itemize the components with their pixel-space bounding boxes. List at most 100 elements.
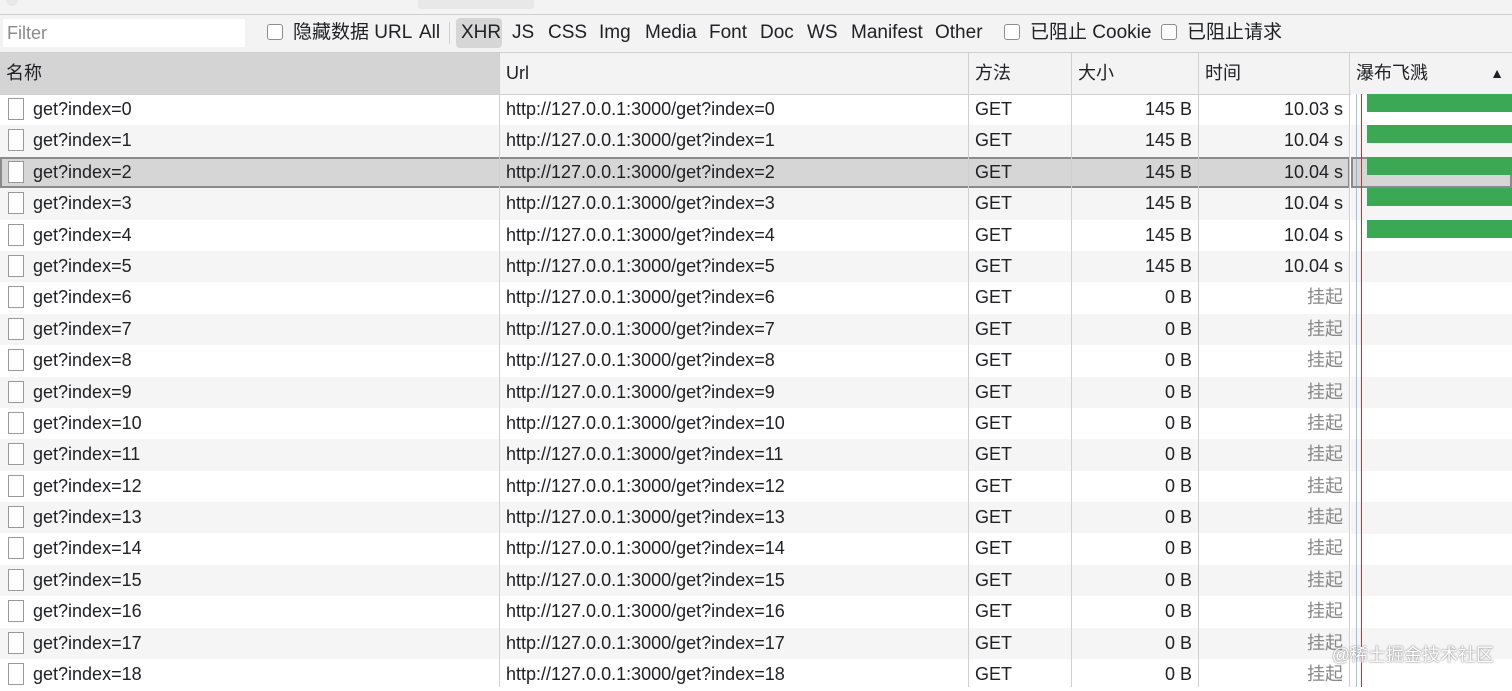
hide-data-url-checkbox[interactable] bbox=[267, 24, 283, 40]
type-filter-ws[interactable]: WS bbox=[807, 21, 838, 45]
table-row[interactable]: get?index=10 http://127.0.0.1:3000/get?in… bbox=[0, 408, 1350, 439]
table-row[interactable]: get?index=2 http://127.0.0.1:3000/get?ind… bbox=[0, 156, 1350, 189]
request-time: 挂起 bbox=[1307, 318, 1343, 339]
document-file-icon bbox=[8, 600, 24, 623]
blocked-requests-checkbox[interactable] bbox=[1161, 24, 1177, 40]
column-header-url[interactable]: Url bbox=[500, 53, 968, 94]
request-time: 挂起 bbox=[1307, 475, 1343, 496]
column-header-waterfall[interactable]: 瀑布飞溅 ▲ bbox=[1350, 53, 1512, 94]
request-size: 145 B bbox=[1144, 224, 1192, 245]
type-filter-doc[interactable]: Doc bbox=[760, 21, 794, 45]
request-url: http://127.0.0.1:3000/get?index=10 bbox=[506, 412, 785, 433]
request-time: 10.04 s bbox=[1283, 161, 1343, 182]
column-divider[interactable] bbox=[1071, 53, 1072, 687]
table-header: 名称 Url 方法 大小 时间 瀑布飞溅 ▲ bbox=[0, 53, 1512, 95]
type-filter-media[interactable]: Media bbox=[645, 21, 697, 45]
column-header-name[interactable]: 名称 bbox=[0, 53, 499, 94]
request-name: get?index=11 bbox=[33, 444, 141, 465]
column-header-waterfall-label: 瀑布飞溅 bbox=[1356, 63, 1428, 83]
type-filter-xhr[interactable]: XHR bbox=[461, 21, 501, 45]
document-file-icon bbox=[8, 663, 24, 686]
waterfall-timing-bar[interactable] bbox=[1367, 188, 1512, 207]
request-method: GET bbox=[975, 193, 1013, 214]
request-method: GET bbox=[975, 224, 1013, 245]
request-name: get?index=0 bbox=[33, 99, 132, 119]
table-row[interactable]: get?index=1 http://127.0.0.1:3000/get?ind… bbox=[0, 125, 1350, 157]
request-time: 挂起 bbox=[1307, 412, 1343, 433]
document-file-icon bbox=[8, 568, 24, 591]
waterfall-row bbox=[1351, 439, 1512, 471]
waterfall-row bbox=[1351, 251, 1512, 283]
document-file-icon bbox=[8, 317, 24, 340]
table-row[interactable]: get?index=5 http://127.0.0.1:3000/get?ind… bbox=[0, 250, 1350, 283]
column-header-method[interactable]: 方法 bbox=[969, 53, 1071, 94]
table-row[interactable]: get?index=14 http://127.0.0.1:3000/get?in… bbox=[0, 533, 1350, 564]
document-file-icon bbox=[8, 631, 24, 654]
type-filter-other[interactable]: Other bbox=[935, 21, 983, 45]
table-row[interactable]: get?index=18 http://127.0.0.1:3000/get?in… bbox=[0, 659, 1350, 690]
request-size: 0 B bbox=[1164, 287, 1192, 308]
request-size: 0 B bbox=[1164, 569, 1192, 590]
column-header-size-label: 大小 bbox=[1078, 63, 1114, 83]
blocked-cookies-checkbox[interactable] bbox=[1004, 24, 1020, 40]
table-row[interactable]: get?index=12 http://127.0.0.1:3000/get?in… bbox=[0, 471, 1350, 502]
column-divider[interactable] bbox=[1198, 53, 1199, 687]
request-method: GET bbox=[975, 287, 1013, 308]
waterfall-timing-bar[interactable] bbox=[1367, 125, 1512, 144]
request-url: http://127.0.0.1:3000/get?index=13 bbox=[506, 507, 785, 528]
table-row[interactable]: get?index=13 http://127.0.0.1:3000/get?in… bbox=[0, 502, 1350, 534]
request-time: 挂起 bbox=[1307, 601, 1343, 622]
table-row[interactable]: get?index=17 http://127.0.0.1:3000/get?in… bbox=[0, 627, 1350, 660]
request-size: 0 B bbox=[1164, 318, 1192, 339]
waterfall-timing-bar[interactable] bbox=[1367, 219, 1512, 238]
request-url: http://127.0.0.1:3000/get?index=5 bbox=[506, 255, 775, 276]
request-method: GET bbox=[975, 632, 1013, 653]
type-filter-css[interactable]: CSS bbox=[548, 21, 587, 45]
table-row[interactable]: get?index=15 http://127.0.0.1:3000/get?in… bbox=[0, 564, 1350, 597]
table-row[interactable]: get?index=3 http://127.0.0.1:3000/get?ind… bbox=[0, 188, 1350, 220]
request-time: 挂起 bbox=[1307, 538, 1343, 559]
document-file-icon bbox=[8, 506, 24, 529]
type-filter-js[interactable]: JS bbox=[512, 21, 534, 45]
column-divider[interactable] bbox=[1349, 53, 1350, 687]
column-divider[interactable] bbox=[968, 53, 969, 687]
table-row[interactable]: get?index=9 http://127.0.0.1:3000/get?ind… bbox=[0, 376, 1350, 408]
table-row[interactable]: get?index=0 http://127.0.0.1:3000/get?ind… bbox=[0, 94, 1350, 125]
request-name: get?index=16 bbox=[33, 601, 142, 622]
waterfall-timing-bar[interactable] bbox=[1367, 156, 1512, 175]
request-url: http://127.0.0.1:3000/get?index=1 bbox=[506, 130, 775, 151]
request-url: http://127.0.0.1:3000/get?index=16 bbox=[506, 601, 785, 622]
column-header-method-label: 方法 bbox=[975, 63, 1011, 83]
request-time: 10.03 s bbox=[1283, 99, 1343, 119]
table-row[interactable]: get?index=4 http://127.0.0.1:3000/get?ind… bbox=[0, 220, 1350, 251]
document-file-icon bbox=[8, 129, 24, 152]
document-file-icon bbox=[8, 286, 24, 309]
filter-input[interactable] bbox=[3, 19, 245, 47]
type-filter-manifest[interactable]: Manifest bbox=[851, 21, 923, 45]
type-filter-all[interactable]: All bbox=[419, 21, 440, 45]
table-row[interactable]: get?index=6 http://127.0.0.1:3000/get?ind… bbox=[0, 282, 1350, 313]
request-time: 挂起 bbox=[1307, 350, 1343, 371]
document-file-icon bbox=[8, 537, 24, 560]
request-url: http://127.0.0.1:3000/get?index=15 bbox=[506, 569, 785, 590]
table-row[interactable]: get?index=11 http://127.0.0.1:3000/get?in… bbox=[0, 439, 1350, 471]
column-header-time[interactable]: 时间 bbox=[1199, 53, 1349, 94]
type-filter-font[interactable]: Font bbox=[709, 21, 747, 45]
request-time: 挂起 bbox=[1307, 569, 1343, 590]
type-filter-img[interactable]: Img bbox=[599, 21, 631, 45]
filter-divider bbox=[449, 22, 450, 44]
request-method: GET bbox=[975, 318, 1013, 339]
waterfall-timing-bar[interactable] bbox=[1367, 94, 1512, 112]
table-row[interactable]: get?index=16 http://127.0.0.1:3000/get?in… bbox=[0, 596, 1350, 627]
table-row[interactable]: get?index=8 http://127.0.0.1:3000/get?ind… bbox=[0, 345, 1350, 376]
waterfall-row bbox=[1351, 596, 1512, 627]
request-name: get?index=7 bbox=[33, 318, 132, 339]
request-time: 挂起 bbox=[1307, 632, 1343, 653]
table-row[interactable]: get?index=7 http://127.0.0.1:3000/get?ind… bbox=[0, 313, 1350, 346]
request-size: 145 B bbox=[1144, 161, 1192, 182]
document-file-icon bbox=[8, 380, 24, 403]
column-header-size[interactable]: 大小 bbox=[1072, 53, 1198, 94]
column-divider[interactable] bbox=[499, 53, 500, 687]
request-name: get?index=6 bbox=[33, 287, 132, 308]
request-name: get?index=17 bbox=[33, 632, 142, 653]
